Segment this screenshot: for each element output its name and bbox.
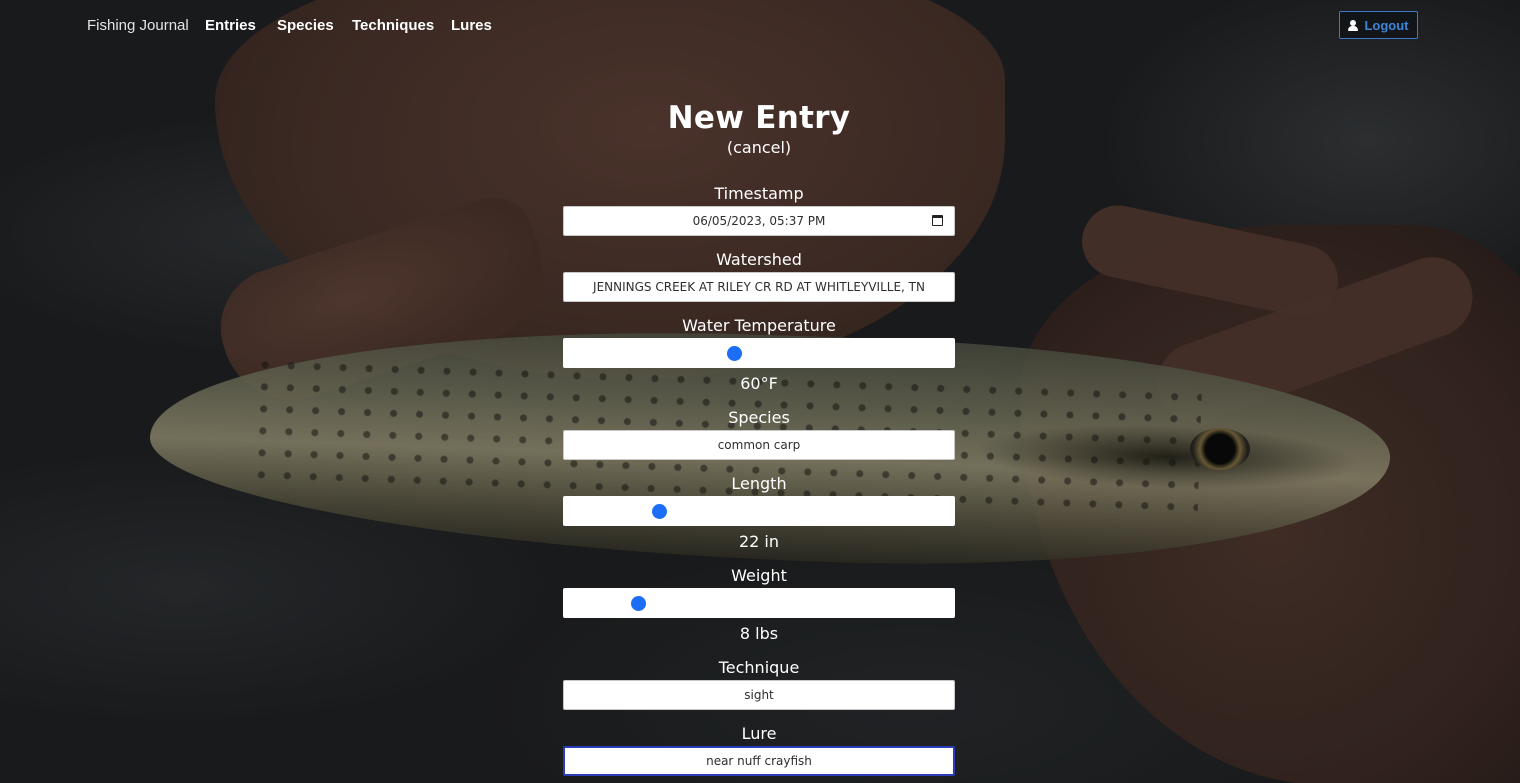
navbar: Fishing Journal Entries Species Techniqu… <box>0 0 1520 52</box>
timestamp-input[interactable]: 06/05/2023, 05:37 PM <box>563 206 955 236</box>
nav-link-species[interactable]: Species <box>277 17 334 34</box>
water-temperature-value: 60°F <box>740 374 778 393</box>
length-value: 22 in <box>738 532 780 551</box>
water-temperature-slider[interactable] <box>563 338 955 368</box>
calendar-icon[interactable] <box>932 215 943 226</box>
slider-thumb[interactable] <box>652 504 668 519</box>
nav-link-lures[interactable]: Lures <box>451 17 492 34</box>
species-select[interactable]: common carp <box>563 430 955 460</box>
technique-value: sight <box>744 688 774 702</box>
technique-group: Technique sight <box>563 658 955 710</box>
logout-label: Logout <box>1364 17 1409 33</box>
weight-group: Weight 8 lbs <box>563 566 955 644</box>
timestamp-group: Timestamp 06/05/2023, 05:37 PM <box>563 184 955 236</box>
length-label: Length <box>731 474 787 493</box>
technique-select[interactable]: sight <box>563 680 955 710</box>
lure-label: Lure <box>741 724 777 743</box>
species-value: common carp <box>717 438 801 452</box>
watershed-label: Watershed <box>716 250 802 269</box>
water-temperature-group: Water Temperature 60°F <box>563 316 955 394</box>
weight-slider[interactable] <box>563 588 955 618</box>
lure-select[interactable]: near nuff crayfish <box>563 746 955 776</box>
species-group: Species common carp <box>563 408 955 460</box>
watershed-value: JENNINGS CREEK AT RILEY CR RD AT WHITLEY… <box>593 280 925 294</box>
water-temperature-label: Water Temperature <box>682 316 836 335</box>
brand-link[interactable]: Fishing Journal <box>87 17 189 34</box>
slider-thumb[interactable] <box>727 346 743 361</box>
weight-label: Weight <box>731 566 787 585</box>
timestamp-label: Timestamp <box>714 184 804 203</box>
species-label: Species <box>728 408 790 427</box>
technique-label: Technique <box>718 658 800 677</box>
weight-value: 8 lbs <box>739 624 779 643</box>
new-entry-form: New Entry (cancel) Timestamp 06/05/2023,… <box>563 98 955 776</box>
lure-group: Lure near nuff crayfish <box>563 724 955 776</box>
timestamp-value: 06/05/2023, 05:37 PM <box>692 214 826 228</box>
watershed-group: Watershed JENNINGS CREEK AT RILEY CR RD … <box>563 250 955 302</box>
cancel-link[interactable]: (cancel) <box>727 138 791 158</box>
slider-thumb[interactable] <box>630 596 646 611</box>
user-icon <box>1348 19 1359 31</box>
length-slider[interactable] <box>563 496 955 526</box>
watershed-select[interactable]: JENNINGS CREEK AT RILEY CR RD AT WHITLEY… <box>563 272 955 302</box>
length-group: Length 22 in <box>563 474 955 552</box>
logout-button[interactable]: Logout <box>1339 11 1418 39</box>
lure-value: near nuff crayfish <box>706 754 812 768</box>
nav-link-techniques[interactable]: Techniques <box>352 17 434 34</box>
page-title: New Entry <box>667 100 851 136</box>
nav-link-entries[interactable]: Entries <box>205 17 256 34</box>
